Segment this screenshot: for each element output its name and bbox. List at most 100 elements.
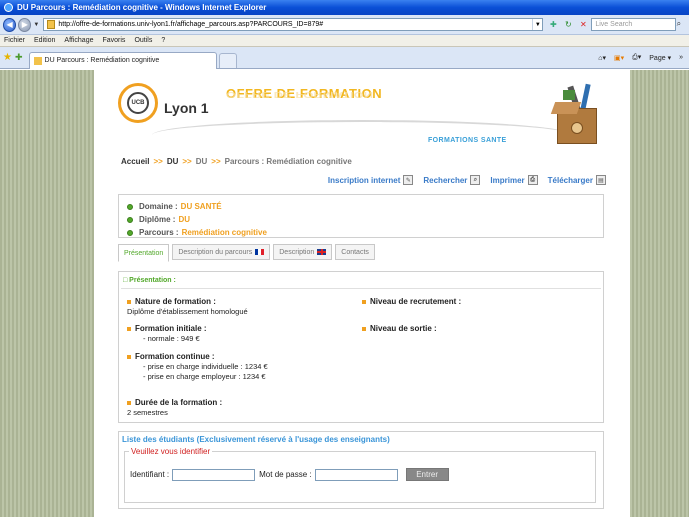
print-icon[interactable]: ⎙▾ [632, 53, 641, 62]
parcours-row: Parcours : Remédiation cognitive [127, 226, 603, 239]
breadcrumb-du[interactable]: DU [167, 157, 179, 166]
formation-continue-field: Formation continue : - prise en charge i… [127, 352, 268, 381]
address-url: http://offre-de-formations.univ-lyon1.fr… [58, 21, 324, 28]
identifiant-label: Identifiant : [130, 470, 170, 479]
summary-box: Domaine : DU SANTÉ Diplôme : DU Parcours… [118, 194, 604, 238]
breadcrumb-sep: >> [211, 157, 221, 166]
window-title: DU Parcours : Remédiation cognitive - Wi… [17, 3, 267, 12]
search-placeholder: Live Search [595, 21, 633, 28]
magnifier-icon: ⌕ [470, 175, 481, 185]
tab-presentation[interactable]: Présentation [118, 244, 170, 262]
back-button[interactable]: ◀ [3, 17, 17, 32]
menu-favoris[interactable]: Favoris [102, 37, 125, 44]
browser-tab-bar: ★ ✚ DU Parcours : Remédiation cognitive … [0, 47, 689, 69]
breadcrumb-sep: >> [182, 157, 192, 166]
rechercher-link[interactable]: Rechercher ⌕ [423, 175, 481, 185]
bullet-icon [127, 203, 133, 210]
uk-flag-icon [317, 249, 327, 255]
page-menu-label: Page [649, 54, 666, 62]
address-input[interactable]: http://offre-de-formations.univ-lyon1.fr… [43, 18, 544, 31]
menu-edition[interactable]: Edition [34, 37, 55, 44]
browser-tab-active[interactable]: DU Parcours : Remédiation cognitive [28, 51, 217, 69]
refresh-icon[interactable]: ↻ [562, 19, 574, 31]
imprimer-link[interactable]: Imprimer ⎙ [490, 175, 538, 185]
login-legend: Veuillez vous identifier [129, 447, 213, 456]
compatibility-icon[interactable]: ✚ [547, 19, 559, 31]
tab-contacts-label: Contacts [341, 248, 369, 256]
inscription-label: Inscription internet [327, 175, 401, 185]
window-titlebar: DU Parcours : Remédiation cognitive - Wi… [0, 0, 689, 15]
inscription-link[interactable]: Inscription internet ✎ [327, 175, 414, 185]
identifiant-input[interactable] [172, 468, 256, 481]
banner-heading-reflection: OFFRE DE FORMATION [226, 90, 374, 99]
tools-chevron[interactable]: » [679, 54, 683, 61]
bullet-icon [127, 229, 133, 236]
duree-label: Durée de la formation : [127, 398, 222, 407]
telecharger-link[interactable]: Télécharger ▤ [548, 175, 606, 185]
forward-button[interactable]: ▶ [18, 17, 32, 32]
page-menu-arrow: ▾ [667, 54, 672, 62]
entrer-button[interactable]: Entrer [405, 468, 449, 481]
formation-continue-label: Formation continue : [127, 352, 268, 361]
lyon1-logo[interactable]: UCB [118, 83, 158, 123]
tab-presentation-label: Présentation [124, 249, 164, 257]
tab-contacts[interactable]: Contacts [335, 244, 375, 260]
niveau-sortie-label: Niveau de sortie : [362, 324, 437, 333]
students-box: Liste des étudiants (Exclusivement réser… [118, 431, 604, 509]
login-form: Identifiant : Mot de passe : Entrer [130, 468, 449, 481]
search-input[interactable]: Live Search [591, 18, 676, 31]
nature-value: Diplôme d'établissement homologué [127, 307, 248, 316]
tab-description-fr[interactable]: Description du parcours [172, 244, 271, 260]
action-links: Inscription internet ✎ Rechercher ⌕ Impr… [328, 175, 606, 185]
formation-initiale-label: Formation initiale : [127, 324, 207, 333]
login-fieldset: Veuillez vous identifier Identifiant : M… [124, 447, 596, 503]
presentation-title: □ Présentation : [123, 277, 176, 284]
address-dropdown-icon[interactable]: ▼ [532, 19, 542, 30]
favorites-star-icon[interactable]: ★ [3, 52, 12, 63]
seal-icon [571, 122, 583, 134]
breadcrumb-current: Parcours : Remédiation cognitive [224, 157, 352, 166]
french-flag-icon [255, 249, 265, 255]
stop-icon[interactable]: ✕ [577, 19, 589, 31]
menu-affichage[interactable]: Affichage [64, 37, 93, 44]
formation-initiale-value: - normale : 949 € [143, 334, 200, 343]
domaine-row: Domaine : DU SANTÉ [127, 200, 603, 213]
search-icon[interactable]: ⌕ [677, 19, 686, 31]
breadcrumb-home[interactable]: Accueil [121, 157, 149, 166]
breadcrumb: Accueil >> DU >> DU >> Parcours : Remédi… [121, 157, 352, 166]
banner-subheading: FORMATIONS SANTE [428, 137, 507, 144]
fc-employeur: - prise en charge employeur : 1234 € [143, 372, 266, 381]
pencil-icon: ✎ [403, 175, 414, 185]
new-tab-button[interactable] [218, 53, 237, 68]
logo-emblem: UCB [127, 92, 149, 114]
telecharger-label: Télécharger [547, 175, 593, 185]
history-dropdown-icon[interactable]: ▼ [33, 22, 39, 28]
divider [121, 288, 601, 289]
home-icon[interactable]: ⌂▾ [598, 54, 606, 62]
menu-fichier[interactable]: Fichier [4, 37, 25, 44]
niveau-sortie-field: Niveau de sortie : [362, 324, 437, 333]
tab-description-en[interactable]: Description [273, 244, 333, 260]
password-input[interactable] [314, 468, 398, 481]
students-title[interactable]: Liste des étudiants (Exclusivement réser… [122, 435, 390, 444]
feeds-icon[interactable]: ▣▾ [614, 54, 624, 62]
diplome-value: DU [178, 215, 191, 224]
breadcrumb-du-2[interactable]: DU [196, 157, 208, 166]
nature-label: Nature de formation : [127, 297, 248, 306]
fc-individuelle: - prise en charge individuelle : 1234 € [143, 362, 268, 371]
printer-icon: ⎙ [527, 175, 538, 185]
breadcrumb-sep: >> [153, 157, 163, 166]
menu-outils[interactable]: Outils [134, 37, 152, 44]
domaine-label: Domaine : [139, 202, 178, 211]
diplome-label: Diplôme : [139, 215, 176, 224]
page-content: UCB Lyon 1 OFFRE DE FORMATION OFFRE DE F… [94, 70, 630, 517]
page-icon [47, 20, 56, 29]
bullet-icon [127, 216, 133, 223]
page-menu[interactable]: Page ▾ [649, 54, 671, 62]
tab-description-en-label: Description [279, 248, 315, 256]
menu-bar: Fichier Edition Affichage Favoris Outils… [0, 35, 689, 47]
menu-help[interactable]: ? [161, 37, 165, 44]
rechercher-label: Rechercher [423, 175, 468, 185]
add-favorites-icon[interactable]: ✚ [15, 52, 23, 63]
logo-text: Lyon 1 [164, 100, 209, 116]
